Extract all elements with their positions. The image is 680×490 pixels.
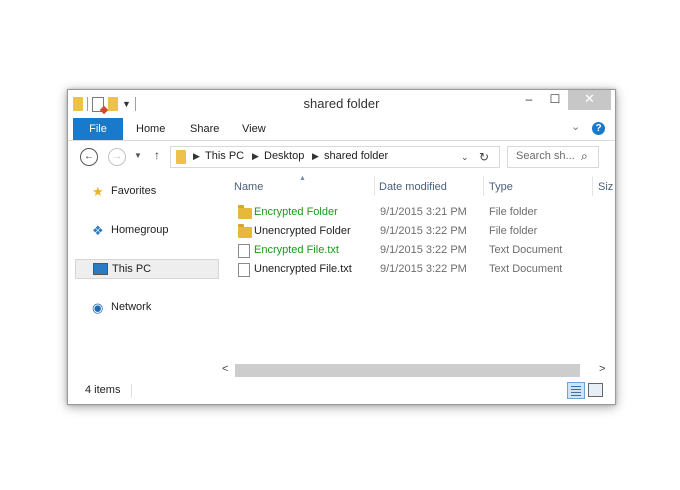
recent-locations-dropdown[interactable]: ▼ — [134, 151, 142, 160]
up-button[interactable]: ↑ — [154, 148, 160, 162]
file-row[interactable]: Encrypted File.txt 9/1/2015 3:22 PM Text… — [235, 241, 615, 259]
column-header-size[interactable]: Siz — [598, 181, 613, 193]
scrollbar-thumb[interactable] — [235, 364, 580, 377]
file-row[interactable]: Unencrypted Folder 9/1/2015 3:22 PM File… — [235, 222, 615, 240]
star-icon: ★ — [92, 184, 104, 199]
folder-icon — [176, 150, 186, 164]
refresh-icon[interactable]: ↻ — [479, 150, 489, 164]
file-name: Encrypted File.txt — [254, 244, 339, 256]
homegroup-icon: ❖ — [92, 223, 104, 238]
nav-item-label: Network — [111, 301, 152, 313]
folder-icon — [238, 205, 252, 219]
nav-item-label: Favorites — [111, 185, 157, 197]
column-header-type[interactable]: Type — [489, 181, 513, 193]
column-divider[interactable] — [592, 176, 593, 196]
nav-item-this-pc[interactable]: This PC — [75, 259, 219, 279]
file-date-modified: 9/1/2015 3:22 PM — [380, 244, 467, 256]
folder-icon — [238, 224, 252, 238]
forward-button[interactable]: → — [108, 148, 126, 166]
tab-file[interactable]: File — [73, 118, 123, 140]
column-divider[interactable] — [374, 176, 375, 196]
breadcrumb-shared-folder[interactable]: shared folder — [324, 150, 388, 162]
search-input[interactable]: Search sh... ⌕ — [507, 146, 599, 168]
chevron-right-icon[interactable]: ▶ — [252, 151, 259, 162]
tab-share[interactable]: Share — [190, 118, 219, 140]
column-header-name[interactable]: Name — [234, 181, 263, 193]
horizontal-scrollbar[interactable]: < > — [218, 362, 615, 379]
nav-item-network[interactable]: ◉ Network — [75, 298, 217, 316]
address-history-dropdown[interactable]: ⌄ — [461, 152, 469, 163]
network-icon: ◉ — [92, 300, 104, 315]
nav-item-label: This PC — [112, 263, 152, 275]
sort-ascending-icon: ▲ — [299, 175, 306, 182]
search-icon[interactable]: ⌕ — [581, 149, 588, 164]
nav-item-favorites[interactable]: ★ Favorites — [75, 182, 217, 200]
column-header-date-modified[interactable]: Date modified — [379, 181, 447, 193]
nav-item-homegroup[interactable]: ❖ Homegroup — [75, 221, 217, 239]
status-divider — [131, 384, 132, 398]
tab-view[interactable]: View — [242, 118, 266, 140]
maximize-button[interactable]: ☐ — [542, 90, 568, 110]
explorer-window: ▼ shared folder – ☐ ✕ File Home Share Vi… — [67, 89, 616, 405]
file-type: File folder — [489, 206, 538, 218]
details-view-icon[interactable] — [567, 382, 585, 399]
file-name: Unencrypted File.txt — [254, 263, 352, 275]
navigation-pane: ★ Favorites ❖ Homegroup This PC ◉ Networ… — [68, 174, 219, 374]
search-placeholder: Search sh... — [516, 150, 575, 162]
title-bar: ▼ shared folder – ☐ ✕ — [68, 90, 615, 118]
large-icons-view-icon[interactable] — [588, 383, 603, 397]
breadcrumb-this-pc[interactable]: This PC — [205, 150, 244, 162]
status-bar: 4 items — [68, 379, 615, 403]
minimize-button[interactable]: – — [516, 90, 542, 110]
file-name: Unencrypted Folder — [254, 225, 351, 237]
close-button[interactable]: ✕ — [568, 90, 611, 110]
chevron-right-icon[interactable]: ▶ — [312, 151, 319, 162]
nav-item-label: Homegroup — [111, 224, 169, 236]
file-row[interactable]: Unencrypted File.txt 9/1/2015 3:22 PM Te… — [235, 260, 615, 278]
address-bar[interactable]: ▶ This PC ▶ Desktop ▶ shared folder ⌄ ↻ — [170, 146, 500, 168]
tab-home[interactable]: Home — [136, 118, 165, 140]
text-file-icon — [238, 244, 250, 258]
this-pc-icon — [93, 263, 108, 278]
file-type: Text Document — [489, 263, 563, 275]
scroll-left-arrow-icon[interactable]: < — [222, 363, 228, 375]
navigation-bar: ← → ▼ ↑ ▶ This PC ▶ Desktop ▶ shared fol… — [68, 145, 615, 169]
file-date-modified: 9/1/2015 3:22 PM — [380, 225, 467, 237]
column-divider[interactable] — [483, 176, 484, 196]
file-date-modified: 9/1/2015 3:22 PM — [380, 263, 467, 275]
item-count: 4 items — [85, 384, 121, 396]
file-name: Encrypted Folder — [254, 206, 338, 218]
file-date-modified: 9/1/2015 3:21 PM — [380, 206, 467, 218]
expand-ribbon-chevron-icon[interactable]: ⌄ — [571, 120, 580, 133]
help-icon[interactable]: ? — [592, 122, 605, 135]
ribbon: File Home Share View ⌄ ? — [68, 118, 615, 141]
text-file-icon — [238, 263, 250, 277]
file-type: File folder — [489, 225, 538, 237]
scroll-right-arrow-icon[interactable]: > — [599, 363, 605, 375]
back-button[interactable]: ← — [80, 148, 98, 166]
breadcrumb-desktop[interactable]: Desktop — [264, 150, 304, 162]
file-row[interactable]: Encrypted Folder 9/1/2015 3:21 PM File f… — [235, 203, 615, 221]
file-type: Text Document — [489, 244, 563, 256]
chevron-right-icon[interactable]: ▶ — [193, 151, 200, 162]
